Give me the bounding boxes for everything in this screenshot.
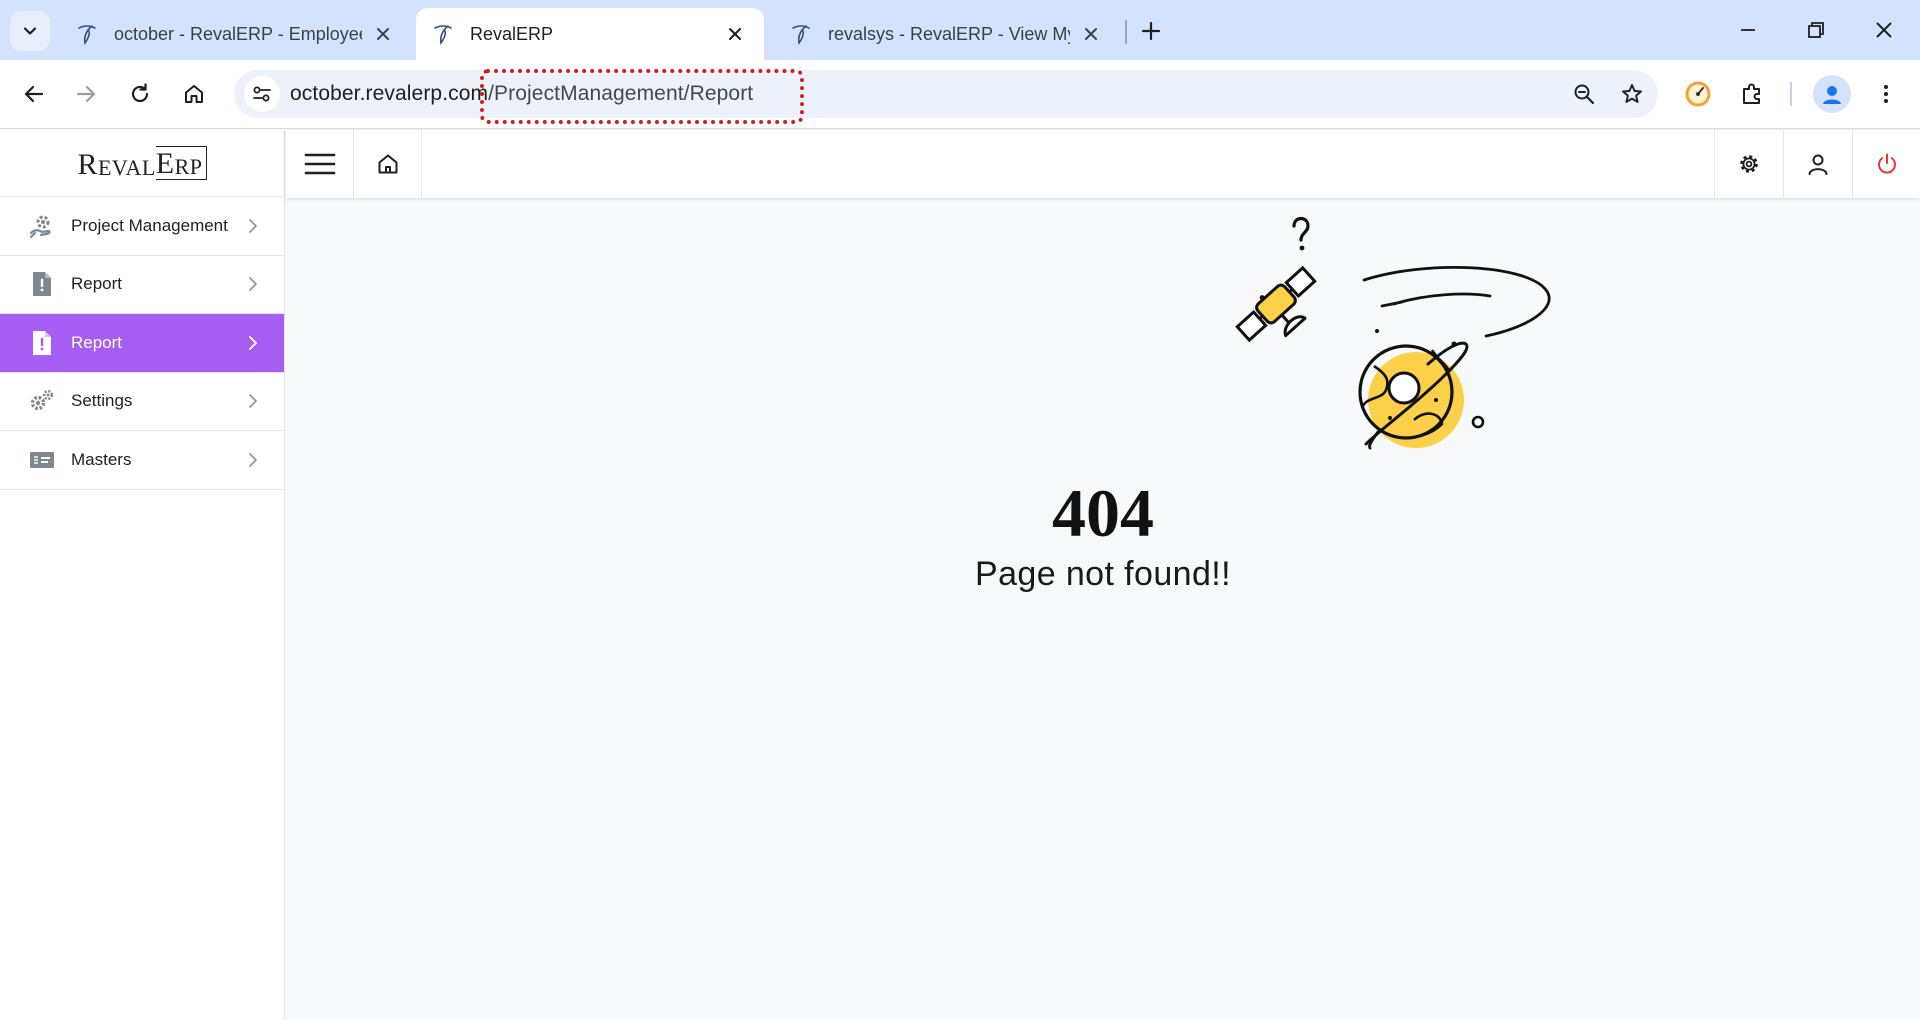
browser-tab-revalerp[interactable]: RevalERP (416, 8, 764, 60)
power-icon (1877, 153, 1896, 174)
new-tab-button[interactable] (1134, 14, 1168, 48)
sidebar-item-label: Project Management (71, 215, 228, 235)
hamburger-menu-icon (304, 153, 335, 175)
revalerp-logo: R EVAL E RP (77, 146, 207, 180)
close-tab-button[interactable] (370, 21, 396, 47)
chevron-right-icon (249, 277, 257, 292)
home-icon (378, 154, 397, 174)
browser-tab-employee[interactable]: october - RevalERP - Employee (60, 8, 412, 60)
star-icon (1622, 84, 1642, 103)
tab-title: revalsys - RevalERP - View My T (828, 23, 1070, 44)
tab-separator (1125, 20, 1127, 44)
profile-avatar-button[interactable] (1813, 75, 1851, 113)
browser-toolbar: october.revalerp.com/ProjectManagement/R… (0, 60, 1920, 129)
gears-icon (29, 388, 55, 414)
sidebar-item-report-active[interactable]: Report (0, 314, 284, 373)
reload-icon (131, 83, 149, 103)
zoom-button[interactable] (1566, 76, 1602, 112)
app-header (286, 130, 1920, 198)
arrow-right-icon (76, 85, 96, 103)
puzzle-piece-icon (1743, 83, 1760, 104)
sidebar-item-masters[interactable]: Masters (0, 431, 284, 490)
close-window-button[interactable] (1864, 10, 1904, 50)
tab-title: RevalERP (470, 23, 554, 44)
url-host: october.revalerp.com (290, 82, 489, 105)
logout-button[interactable] (1852, 130, 1920, 198)
sidebar-item-label: Report (71, 274, 123, 294)
site-info-button[interactable] (244, 76, 280, 112)
sidebar-item-report[interactable]: Report (0, 256, 284, 314)
gear-icon (1739, 155, 1758, 173)
satellite-icon (1235, 265, 1317, 343)
sidebar-item-label: Settings (71, 391, 133, 411)
masters-card-icon (29, 447, 55, 473)
tab-title: october - RevalERP - Employee (114, 23, 362, 44)
small-moon (1471, 415, 1485, 429)
error-message: Page not found!! (975, 555, 1231, 593)
sidebar-item-label: Report (71, 332, 123, 352)
restore-icon (1808, 22, 1824, 38)
user-icon (1808, 154, 1827, 175)
toolbar-separator (1790, 82, 1792, 106)
orbit-lines (1362, 265, 1551, 338)
url-path: /ProjectManagement/Report (488, 82, 754, 105)
menu-toggle-button[interactable] (286, 130, 354, 198)
browser-menu-button[interactable] (1866, 74, 1906, 114)
chevron-right-icon (249, 335, 257, 350)
person-icon (1823, 86, 1841, 104)
app-settings-button[interactable] (1714, 130, 1782, 198)
close-icon (729, 28, 741, 40)
revalerp-favicon-icon (78, 25, 96, 45)
forward-button[interactable] (66, 74, 106, 114)
home-icon (185, 85, 203, 103)
url-text: october.revalerp.com/ProjectManagement/R… (290, 82, 753, 106)
browser-tab-strip: october - RevalERP - Employee RevalERP r… (0, 0, 1920, 60)
reload-button[interactable] (120, 74, 160, 114)
error-code: 404 (1052, 475, 1154, 551)
planet-icon (1358, 341, 1469, 450)
restore-window-button[interactable] (1796, 10, 1836, 50)
app-profile-button[interactable] (1783, 130, 1851, 198)
gear-hand-icon (29, 213, 55, 239)
minimize-window-button[interactable] (1728, 10, 1768, 50)
plus-icon (1141, 21, 1161, 41)
tab-search-button[interactable] (10, 11, 50, 51)
close-icon (1085, 28, 1097, 40)
report-file-icon (29, 271, 55, 297)
home-button[interactable] (174, 74, 214, 114)
chevron-right-icon (249, 452, 257, 467)
back-button[interactable] (14, 74, 54, 114)
question-mark-icon (1292, 216, 1310, 251)
sidebar-item-label: Masters (71, 449, 132, 469)
tune-icon (253, 86, 271, 102)
address-bar[interactable]: october.revalerp.com/ProjectManagement/R… (234, 70, 1658, 118)
close-tab-button[interactable] (1078, 21, 1104, 47)
close-icon (377, 28, 389, 40)
sidebar-item-project-management[interactable]: Project Management (0, 197, 284, 256)
arrow-left-icon (24, 85, 44, 103)
speedometer-icon (1685, 81, 1711, 107)
sidebar-nav: Project Management Report Report Setting… (0, 196, 284, 490)
revalerp-favicon-icon (792, 25, 810, 45)
chevron-right-icon (249, 394, 257, 409)
app-home-button[interactable] (354, 130, 422, 198)
chevron-right-icon (249, 218, 257, 233)
report-file-icon (29, 330, 55, 356)
zoom-out-icon (1574, 84, 1595, 105)
brand-logo[interactable]: R EVAL E RP (0, 130, 284, 196)
close-icon (1876, 22, 1892, 38)
browser-tab-revalsys[interactable]: revalsys - RevalERP - View My T (774, 8, 1120, 60)
sidebar-item-settings[interactable]: Settings (0, 373, 284, 431)
revalerp-favicon-icon (434, 25, 452, 45)
lost-satellite-illustration (1235, 216, 1551, 450)
extension-speedometer-button[interactable] (1678, 74, 1718, 114)
chevron-down-icon (23, 27, 37, 35)
more-vertical-icon (1884, 85, 1888, 103)
extensions-button[interactable] (1732, 74, 1772, 114)
minimize-icon (1741, 29, 1755, 31)
main-content: 404 Page not found!! (286, 198, 1920, 1020)
bookmark-button[interactable] (1614, 76, 1650, 112)
sidebar: R EVAL E RP Project Management Report Repor… (0, 130, 285, 1020)
close-tab-button[interactable] (722, 21, 748, 47)
